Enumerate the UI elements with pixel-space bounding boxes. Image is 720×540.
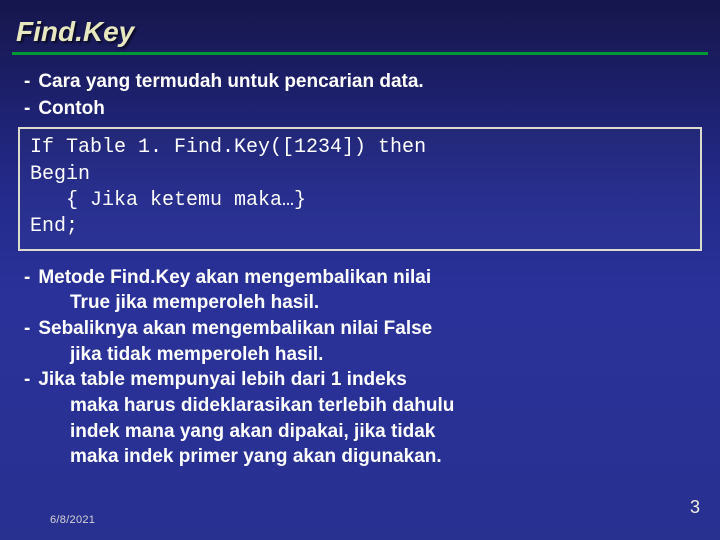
bullets-top: - Cara yang termudah untuk pencarian dat… [12, 69, 708, 121]
bullet-text: Sebaliknya akan mengembalikan nilai Fals… [38, 316, 432, 342]
code-line: If Table 1. Find.Key([1234]) then [30, 136, 426, 159]
dash-icon: - [24, 96, 30, 122]
bullet-item: - Cara yang termudah untuk pencarian dat… [24, 69, 700, 95]
slide-title: Find.Key [16, 16, 704, 48]
bullets-bottom: - Metode Find.Key akan mengembalikan nil… [12, 265, 708, 470]
bullet-text: Cara yang termudah untuk pencarian data. [38, 69, 423, 95]
footer-date: 6/8/2021 [50, 514, 95, 526]
title-bar: Find.Key [12, 10, 708, 55]
bullet-item: - Metode Find.Key akan mengembalikan nil… [24, 265, 700, 291]
code-line: End; [30, 215, 78, 238]
bullet-item: - Sebaliknya akan mengembalikan nilai Fa… [24, 316, 700, 342]
dash-icon: - [24, 69, 30, 95]
dash-icon: - [24, 367, 30, 393]
bullet-item: - Jika table mempunyai lebih dari 1 inde… [24, 367, 700, 393]
code-box: If Table 1. Find.Key([1234]) then Begin … [18, 127, 702, 251]
bullet-cont: True jika memperoleh hasil. [24, 290, 700, 316]
code-line: Begin [30, 163, 90, 186]
bullet-cont: jika tidak memperoleh hasil. [24, 342, 700, 368]
dash-icon: - [24, 316, 30, 342]
bullet-text: Jika table mempunyai lebih dari 1 indeks [38, 367, 407, 393]
bullet-text: Metode Find.Key akan mengembalikan nilai [38, 265, 431, 291]
dash-icon: - [24, 265, 30, 291]
bullet-cont: maka harus dideklarasikan terlebih dahul… [24, 393, 700, 419]
code-line: { Jika ketemu maka…} [30, 188, 306, 214]
bullet-item: - Contoh [24, 96, 700, 122]
bullet-cont: maka indek primer yang akan digunakan. [24, 444, 700, 470]
footer-page-number: 3 [690, 497, 700, 518]
slide: Find.Key - Cara yang termudah untuk penc… [0, 0, 720, 540]
bullet-cont: indek mana yang akan dipakai, jika tidak [24, 419, 700, 445]
bullet-text: Contoh [38, 96, 104, 122]
